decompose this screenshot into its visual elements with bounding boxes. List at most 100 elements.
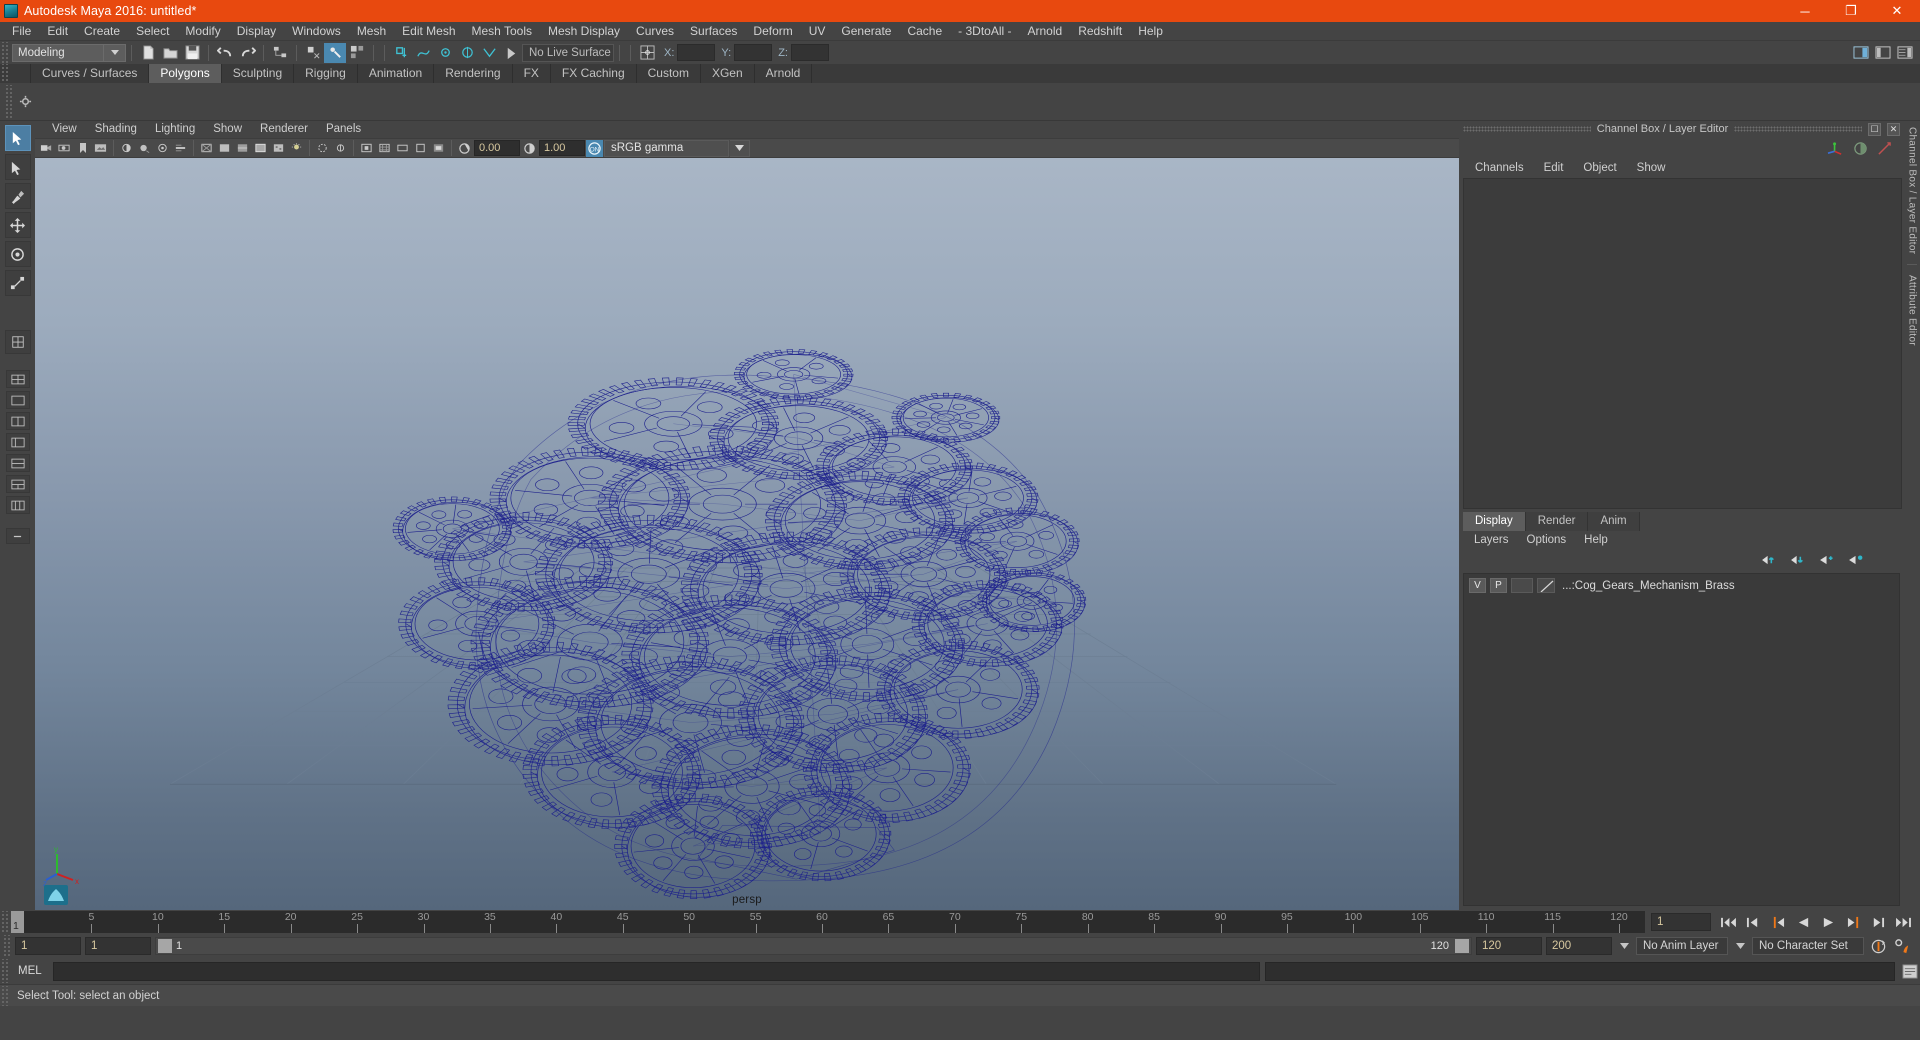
shelf-menu-icon[interactable] bbox=[9, 64, 31, 83]
motion-blur-icon[interactable] bbox=[172, 140, 189, 157]
snap-to-view-plane-icon[interactable] bbox=[478, 43, 500, 63]
panel-menu-show[interactable]: Show bbox=[204, 121, 251, 138]
go-to-end-button[interactable] bbox=[1892, 912, 1914, 932]
bookmark-icon[interactable] bbox=[74, 140, 91, 157]
display-layer-list[interactable]: V P ...:Cog_Gears_Mechanism_Brass bbox=[1463, 572, 1900, 906]
vstrip-label-channelbox[interactable]: Channel Box / Layer Editor bbox=[1907, 127, 1918, 254]
select-camera-icon[interactable] bbox=[38, 140, 55, 157]
two-sided-lighting-icon[interactable] bbox=[118, 140, 135, 157]
make-live-icon[interactable] bbox=[500, 43, 522, 63]
rotate-tool-button[interactable] bbox=[4, 241, 31, 267]
layer-color-swatch[interactable] bbox=[1537, 578, 1555, 593]
layer-tab-render[interactable]: Render bbox=[1525, 511, 1589, 531]
menu-cache[interactable]: Cache bbox=[899, 22, 950, 40]
time-slider-playhead[interactable]: 1 bbox=[11, 911, 24, 933]
menu-display[interactable]: Display bbox=[229, 22, 284, 40]
quick-layout-graph-button[interactable] bbox=[5, 475, 30, 493]
undo-icon[interactable] bbox=[214, 43, 236, 63]
minimize-button[interactable]: ─ bbox=[1782, 0, 1828, 22]
menu-create[interactable]: Create bbox=[76, 22, 128, 40]
range-bar[interactable]: 1 120 bbox=[155, 937, 1472, 955]
mel-label[interactable]: MEL bbox=[14, 965, 48, 977]
dock-drag-handle-left[interactable] bbox=[1463, 126, 1591, 132]
shelf-tab-arnold[interactable]: Arnold bbox=[754, 64, 813, 83]
layer-name[interactable]: ...:Cog_Gears_Mechanism_Brass bbox=[1562, 580, 1735, 592]
channelbox-menu-object[interactable]: Object bbox=[1573, 159, 1626, 177]
menu-mesh[interactable]: Mesh bbox=[349, 22, 394, 40]
current-frame-field[interactable]: 1 bbox=[1651, 913, 1711, 931]
menu-file[interactable]: File bbox=[4, 22, 39, 40]
z-field[interactable] bbox=[790, 44, 829, 61]
select-tool-button[interactable] bbox=[4, 125, 31, 151]
toolbox-expand-button[interactable] bbox=[5, 528, 30, 544]
channelbox-menu-edit[interactable]: Edit bbox=[1534, 159, 1574, 177]
open-scene-icon[interactable] bbox=[159, 43, 181, 63]
character-set-dropdown[interactable] bbox=[1732, 937, 1748, 955]
dock-float-button[interactable]: ☐ bbox=[1868, 122, 1881, 136]
shelf-tab-polygons[interactable]: Polygons bbox=[149, 64, 222, 83]
shelf-tab-animation[interactable]: Animation bbox=[357, 64, 435, 83]
step-forward-key-button[interactable] bbox=[1842, 912, 1864, 932]
selection-mode-field[interactable]: Modeling bbox=[12, 43, 104, 62]
live-surface-field[interactable]: No Live Surface bbox=[522, 43, 614, 62]
gamma-field[interactable]: 1.00 bbox=[539, 140, 585, 156]
layer-menu-help[interactable]: Help bbox=[1575, 531, 1617, 549]
shelf-tab-fx[interactable]: FX bbox=[512, 64, 551, 83]
camera-attributes-icon[interactable] bbox=[56, 140, 73, 157]
mel-input[interactable] bbox=[52, 961, 1260, 981]
shelf-options-icon[interactable] bbox=[15, 86, 35, 118]
quick-layout-two-button[interactable] bbox=[5, 412, 30, 430]
menu-select[interactable]: Select bbox=[128, 22, 177, 40]
color-management-toggle-icon[interactable]: ON bbox=[586, 139, 603, 157]
shadows-icon[interactable] bbox=[136, 140, 153, 157]
show-attribute-editor-icon[interactable] bbox=[1850, 43, 1872, 63]
layer-playback-toggle[interactable]: P bbox=[1490, 578, 1507, 593]
use-all-lights-icon[interactable] bbox=[288, 140, 305, 157]
layer-shading-toggle[interactable] bbox=[1511, 578, 1533, 593]
script-editor-icon[interactable] bbox=[1900, 961, 1920, 981]
go-to-start-button[interactable] bbox=[1717, 912, 1739, 932]
shelf-tab-sculpting[interactable]: Sculpting bbox=[221, 64, 295, 83]
shelf-icons-gripper[interactable] bbox=[4, 84, 13, 119]
smooth-shade-icon[interactable] bbox=[216, 140, 233, 157]
shelf-tab-fx-caching[interactable]: FX Caching bbox=[550, 64, 637, 83]
menu-uv[interactable]: UV bbox=[801, 22, 834, 40]
channel-box-list[interactable] bbox=[1463, 178, 1902, 509]
menu-arnold[interactable]: Arnold bbox=[1020, 22, 1071, 40]
close-button[interactable]: ✕ bbox=[1874, 0, 1920, 22]
step-back-key-button[interactable] bbox=[1767, 912, 1789, 932]
character-set-field[interactable]: No Character Set bbox=[1752, 937, 1864, 955]
range-start-field[interactable]: 1 bbox=[85, 937, 151, 955]
redo-icon[interactable] bbox=[236, 43, 258, 63]
wireframe-on-shaded-icon[interactable] bbox=[252, 140, 269, 157]
dock-close-button[interactable]: ✕ bbox=[1887, 122, 1900, 136]
play-forwards-button[interactable] bbox=[1817, 912, 1839, 932]
quick-layout-outliner-button[interactable] bbox=[5, 433, 30, 451]
snap-to-point-icon[interactable] bbox=[434, 43, 456, 63]
range-bar-end-handle[interactable] bbox=[1455, 939, 1469, 953]
timeslider-gripper[interactable] bbox=[0, 911, 9, 933]
film-gate-icon[interactable] bbox=[394, 140, 411, 157]
anim-layer-dropdown[interactable] bbox=[1616, 937, 1632, 955]
menu-edit-mesh[interactable]: Edit Mesh bbox=[394, 22, 463, 40]
menu-3dtoall[interactable]: - 3DtoAll - bbox=[950, 22, 1019, 40]
menu-modify[interactable]: Modify bbox=[177, 22, 228, 40]
menu-curves[interactable]: Curves bbox=[628, 22, 682, 40]
layer-tab-anim[interactable]: Anim bbox=[1588, 511, 1640, 531]
anim-curve-icon[interactable] bbox=[1877, 141, 1892, 156]
lasso-tool-button[interactable] bbox=[4, 154, 31, 180]
range-end-field[interactable]: 120 bbox=[1476, 937, 1542, 955]
select-component-mask-icon[interactable] bbox=[346, 43, 368, 63]
layer-tab-display[interactable]: Display bbox=[1463, 511, 1526, 531]
paint-select-tool-button[interactable] bbox=[4, 183, 31, 209]
command-response-field[interactable] bbox=[1265, 961, 1895, 981]
xray-joints-icon[interactable] bbox=[332, 140, 349, 157]
layer-menu-layers[interactable]: Layers bbox=[1465, 531, 1518, 549]
shading-sphere-icon[interactable] bbox=[1853, 141, 1868, 156]
helpline-gripper[interactable] bbox=[0, 985, 9, 1006]
manipulator-icon[interactable] bbox=[1827, 141, 1844, 156]
move-tool-button[interactable] bbox=[4, 212, 31, 238]
shelf-tab-rigging[interactable]: Rigging bbox=[294, 64, 358, 83]
range-bar-start-handle[interactable] bbox=[158, 939, 172, 953]
screen-space-ao-icon[interactable] bbox=[154, 140, 171, 157]
